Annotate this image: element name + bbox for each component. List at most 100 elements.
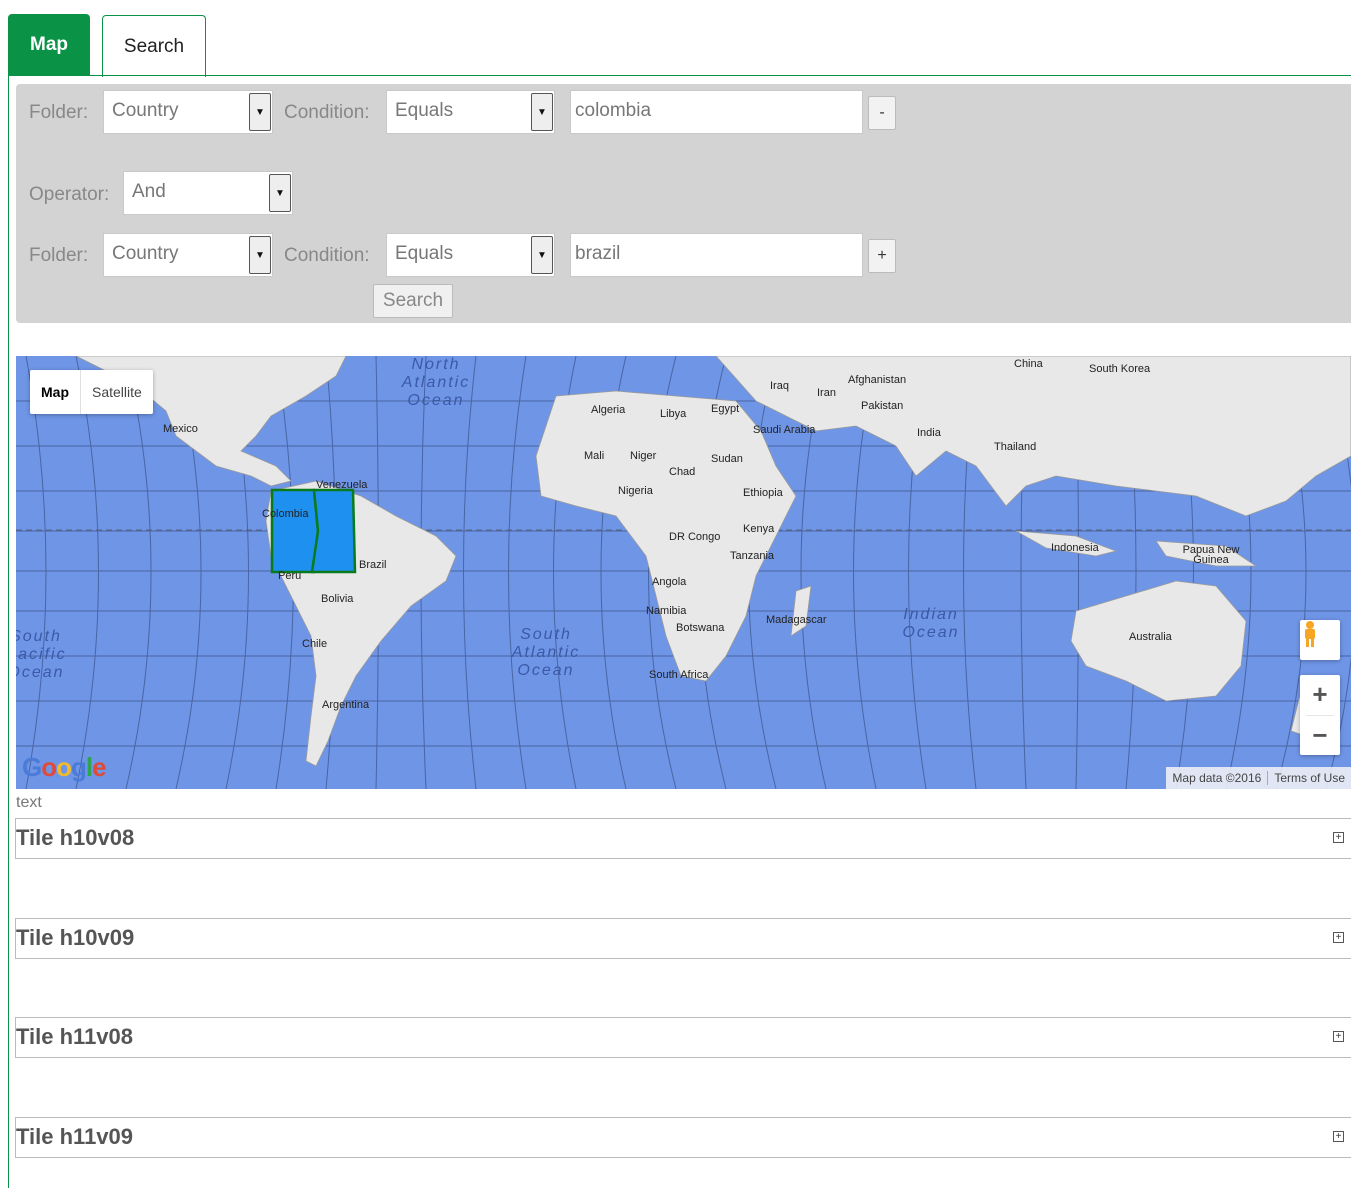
- ocean-label: South Pacific Ocean: [16, 628, 67, 681]
- condition-select[interactable]: Equals ▼: [386, 90, 555, 134]
- country-label: Chile: [302, 638, 328, 650]
- remove-condition-button[interactable]: -: [868, 96, 896, 130]
- value-input[interactable]: colombia: [570, 90, 863, 134]
- zoom-out-button[interactable]: −: [1300, 715, 1340, 755]
- terms-link[interactable]: Terms of Use: [1268, 771, 1351, 785]
- country-label: Mexico: [163, 423, 198, 435]
- tab-bar: Map Search: [8, 14, 1351, 77]
- dropdown-arrow-icon[interactable]: ▼: [269, 174, 291, 212]
- ocean-label: South Atlantic Ocean: [511, 626, 581, 679]
- country-label: Bolivia: [321, 593, 354, 605]
- land-madagascar: [790, 585, 812, 637]
- tab-search[interactable]: Search: [102, 15, 206, 77]
- search-button[interactable]: Search: [373, 284, 453, 318]
- country-label: Indonesia: [1051, 542, 1099, 554]
- country-label: Australia: [1129, 631, 1172, 643]
- folder-label: Folder:: [29, 245, 89, 266]
- folder-select-value: Country: [112, 100, 179, 121]
- pegman-icon[interactable]: [1300, 620, 1340, 660]
- dropdown-arrow-icon[interactable]: ▼: [249, 236, 271, 274]
- map-attribution: Map data ©2016 Terms of Use: [1166, 767, 1351, 789]
- tile-polygon-h11v08[interactable]: [310, 488, 357, 574]
- tile-polygon-h10v08[interactable]: [270, 488, 320, 574]
- add-condition-button[interactable]: +: [868, 239, 896, 273]
- ocean-label: Indian Ocean: [902, 606, 960, 641]
- map-type-control: Map Satellite: [30, 370, 153, 414]
- tile-title: Tile h10v09: [16, 925, 135, 950]
- country-label: Venezuela: [316, 479, 368, 491]
- country-label: Namibia: [646, 605, 687, 617]
- folder-select-value: Country: [112, 243, 179, 264]
- expand-icon[interactable]: +: [1333, 832, 1344, 843]
- tile-polygons: [270, 488, 357, 574]
- expand-icon[interactable]: +: [1333, 1031, 1344, 1042]
- country-label: Mali: [584, 450, 605, 462]
- country-label: Egypt: [711, 403, 740, 415]
- condition-label: Condition:: [284, 102, 370, 123]
- country-label: China: [1014, 358, 1043, 370]
- folder-label: Folder:: [29, 102, 89, 123]
- country-label: Kenya: [743, 523, 775, 535]
- value-input-text: colombia: [575, 100, 652, 121]
- country-label: Chad: [669, 466, 696, 478]
- country-label: Iraq: [770, 380, 789, 392]
- tile-title: Tile h11v09: [16, 1124, 134, 1149]
- ocean-label: North Atlantic Ocean: [401, 356, 471, 409]
- condition-select-value: Equals: [395, 100, 454, 121]
- value-input[interactable]: brazil: [570, 233, 863, 277]
- country-label: Afghanistan: [848, 374, 907, 386]
- operator-label: Operator:: [29, 184, 110, 205]
- country-label: Iran: [817, 387, 836, 399]
- map-view[interactable]: North Atlantic Ocean South Atlantic Ocea…: [16, 356, 1351, 789]
- country-label: South Korea: [1089, 363, 1151, 375]
- country-label: DR Congo: [669, 531, 721, 543]
- land: [75, 356, 1351, 767]
- country-label: Botswana: [676, 622, 725, 634]
- tab-map[interactable]: Map: [8, 14, 90, 76]
- condition-select[interactable]: Equals ▼: [386, 233, 555, 277]
- tile-row-h10v08[interactable]: Tile h10v08 +: [15, 818, 1351, 859]
- folder-select[interactable]: Country ▼: [103, 233, 273, 277]
- country-label: Argentina: [322, 699, 370, 711]
- country-label: South Africa: [649, 669, 709, 681]
- country-label: Peru: [278, 570, 302, 582]
- zoom-in-button[interactable]: +: [1300, 675, 1340, 715]
- tile-title: Tile h10v08: [16, 825, 135, 850]
- operator-select[interactable]: And ▼: [123, 171, 293, 215]
- country-label: Thailand: [994, 441, 1037, 453]
- value-input-text: brazil: [575, 243, 621, 264]
- pegman-svg: [1305, 621, 1315, 647]
- folder-select[interactable]: Country ▼: [103, 90, 273, 134]
- expand-icon[interactable]: +: [1333, 932, 1344, 943]
- map-type-map-button[interactable]: Map: [30, 370, 80, 414]
- expand-icon[interactable]: +: [1333, 1131, 1344, 1142]
- text-label: text: [16, 794, 42, 811]
- map-canvas: [16, 356, 1351, 789]
- condition-label: Condition:: [284, 245, 370, 266]
- country-label: Tanzania: [730, 550, 775, 562]
- dropdown-arrow-icon[interactable]: ▼: [531, 236, 553, 274]
- country-label: Pakistan: [861, 400, 904, 412]
- query-panel: Folder: Country ▼ Condition: Equals ▼ co…: [16, 84, 1351, 323]
- country-label: Saudi Arabia: [753, 424, 816, 436]
- country-label: Sudan: [711, 453, 743, 465]
- tile-row-h11v08[interactable]: Tile h11v08 +: [15, 1017, 1351, 1058]
- country-label: Papua New Guinea: [1182, 544, 1240, 566]
- map-type-satellite-button[interactable]: Satellite: [80, 370, 153, 414]
- country-label: Libya: [660, 408, 687, 420]
- country-label: Ethiopia: [743, 487, 783, 499]
- tile-title: Tile h11v08: [16, 1024, 134, 1049]
- country-label: Nigeria: [618, 485, 653, 497]
- dropdown-arrow-icon[interactable]: ▼: [249, 93, 271, 131]
- condition-select-value: Equals: [395, 243, 454, 264]
- tab-underline: [8, 75, 1351, 76]
- country-label: Colombia: [262, 508, 309, 520]
- dropdown-arrow-icon[interactable]: ▼: [531, 93, 553, 131]
- country-label: Angola: [652, 576, 687, 588]
- tab-panel-border: [8, 75, 9, 1188]
- tile-row-h10v09[interactable]: Tile h10v09 +: [15, 918, 1351, 959]
- operator-select-value: And: [132, 181, 166, 202]
- country-label: Madagascar: [766, 614, 827, 626]
- google-logo[interactable]: Google: [22, 752, 107, 783]
- tile-row-h11v09[interactable]: Tile h11v09 +: [15, 1117, 1351, 1158]
